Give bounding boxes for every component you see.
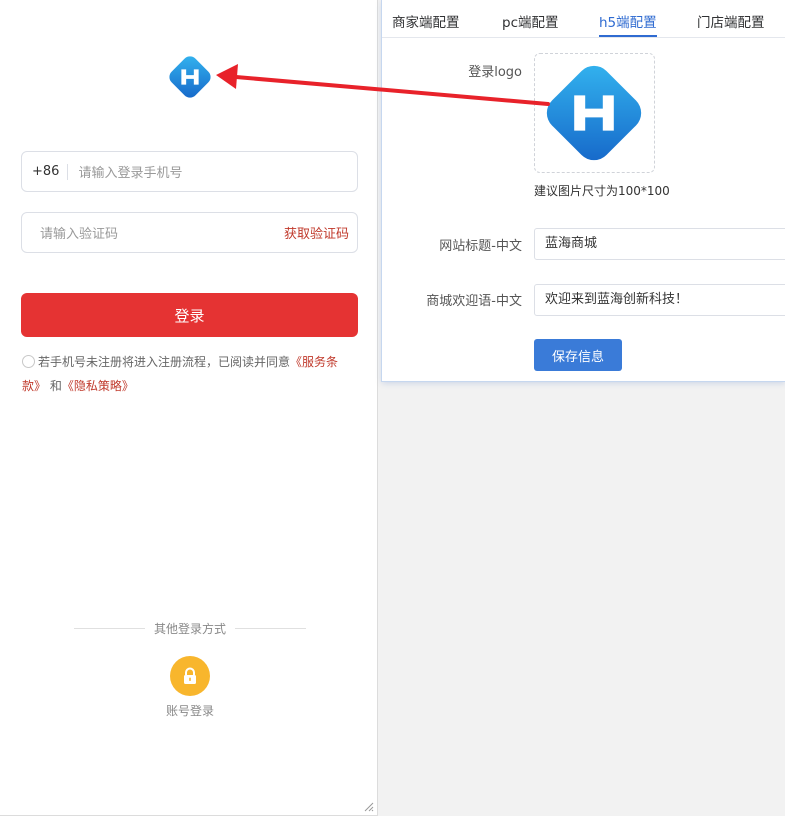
save-button[interactable]: 保存信息: [534, 339, 622, 371]
other-login-divider: 其他登录方式: [74, 620, 307, 637]
tab-pc-config[interactable]: pc端配置: [502, 11, 559, 31]
tab-merchant-config[interactable]: 商家端配置: [392, 11, 460, 31]
country-code[interactable]: +86: [22, 163, 69, 180]
account-login-button[interactable]: [170, 656, 210, 696]
h5-login-preview: +86 请输入登录手机号 请输入验证码 获取验证码 登录 若手机号未注册将进入注…: [0, 0, 378, 816]
get-code-button[interactable]: 获取验证码: [284, 223, 357, 242]
lock-icon: [184, 667, 196, 684]
site-title-input[interactable]: 蓝海商城: [534, 228, 785, 260]
code-placeholder: 请输入验证码: [40, 227, 119, 242]
agreement-text: 若手机号未注册将进入注册流程，已阅读并同意《服务条款》 和《隐私策略》: [22, 355, 339, 393]
account-login-label: 账号登录: [165, 704, 214, 718]
phone-input[interactable]: +86 请输入登录手机号: [21, 151, 358, 192]
welcome-message-label: 商城欢迎语-中文: [426, 294, 522, 309]
uploaded-logo-icon: [546, 65, 642, 161]
settings-panel: 商家端配置 pc端配置 h5端配置 门店端配置 登录logo 建议图片尺寸为10…: [382, 0, 785, 381]
verification-code-input[interactable]: 请输入验证码 获取验证码: [21, 212, 358, 253]
active-tab-indicator: [599, 35, 657, 37]
privacy-policy-link[interactable]: 《隐私策略》: [62, 379, 134, 393]
brand-logo-icon: [169, 56, 211, 98]
agree-radio[interactable]: [22, 355, 35, 368]
welcome-message-input[interactable]: 欢迎来到蓝海创新科技！: [534, 284, 785, 316]
phone-placeholder: 请输入登录手机号: [78, 166, 183, 181]
config-tabs: 商家端配置 pc端配置 h5端配置 门店端配置: [382, 0, 785, 38]
login-button[interactable]: 登录: [21, 293, 358, 337]
tab-store-config[interactable]: 门店端配置: [697, 11, 765, 31]
other-login-label: 其他登录方式: [154, 622, 227, 636]
divider-line: [74, 628, 145, 629]
logo-size-hint: 建议图片尺寸为100*100: [534, 184, 670, 198]
tab-h5-config[interactable]: h5端配置: [599, 11, 657, 31]
divider-line: [235, 628, 307, 629]
login-logo-label: 登录logo: [468, 65, 522, 80]
site-title-label: 网站标题-中文: [439, 239, 522, 254]
resize-handle-icon[interactable]: [362, 800, 374, 812]
